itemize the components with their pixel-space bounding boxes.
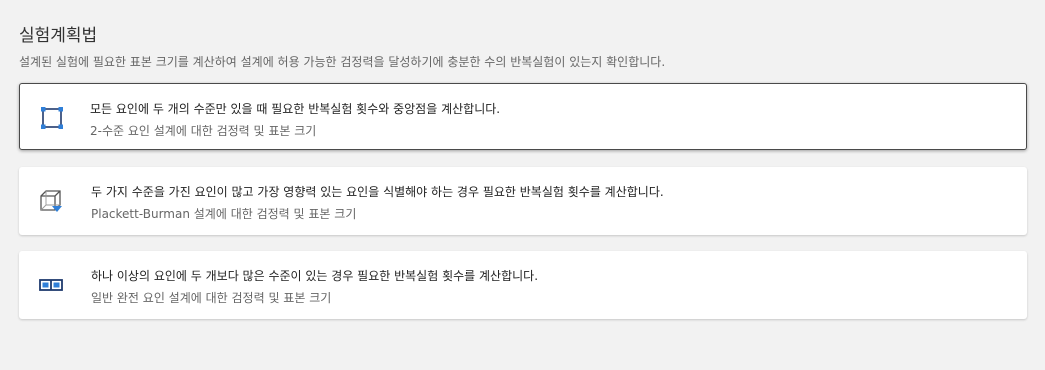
option-card-plackett-burman[interactable]: 두 가지 수준을 가진 요인이 많고 가장 영향력 있는 요인을 식별해야 하는… (19, 167, 1027, 235)
option-card-two-level-factorial[interactable]: 모든 요인에 두 개의 수준만 있을 때 필요한 반복실험 횟수와 중앙점을 계… (19, 83, 1027, 150)
option-description: 하나 이상의 요인에 두 개보다 많은 수준이 있는 경우 필요한 반복실험 횟… (91, 269, 539, 283)
page-subtitle: 설계된 실험에 필요한 표본 크기를 계산하여 설계에 허용 가능한 검정력을 … (19, 55, 666, 69)
option-card-general-full-factorial[interactable]: 하나 이상의 요인에 두 개보다 많은 수준이 있는 경우 필요한 반복실험 횟… (19, 251, 1027, 319)
option-name: 2-수준 요인 설계에 대한 검정력 및 표본 크기 (90, 124, 317, 138)
option-name: Plackett-Burman 설계에 대한 검정력 및 표본 크기 (91, 207, 357, 221)
option-description: 모든 요인에 두 개의 수준만 있을 때 필요한 반복실험 횟수와 중앙점을 계… (90, 102, 501, 116)
two-level-factorial-icon (39, 105, 65, 131)
option-description: 두 가지 수준을 가진 요인이 많고 가장 영향력 있는 요인을 식별해야 하는… (91, 185, 664, 199)
plackett-burman-icon (38, 188, 64, 214)
page-title: 실험계획법 (19, 26, 98, 46)
power-sample-size-doe-page: 실험계획법 설계된 실험에 필요한 표본 크기를 계산하여 설계에 허용 가능한… (0, 0, 1045, 370)
option-name: 일반 완전 요인 설계에 대한 검정력 및 표본 크기 (91, 291, 332, 305)
general-full-factorial-icon (38, 272, 64, 298)
